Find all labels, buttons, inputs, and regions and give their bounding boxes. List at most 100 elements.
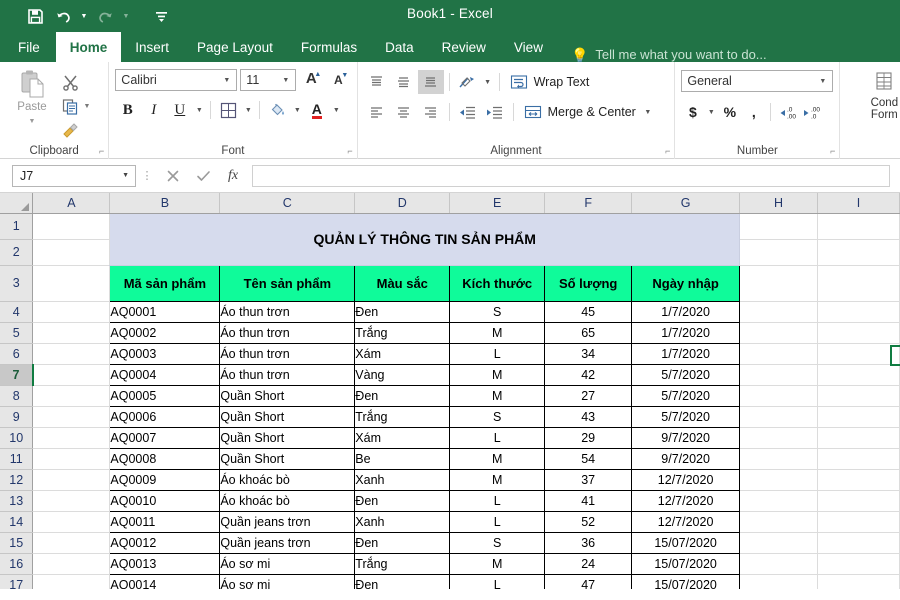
cell-mau-sac-8[interactable]: Đen [354,384,451,407]
cell-A6[interactable] [32,343,111,365]
cell-so-luong-10[interactable]: 29 [544,426,633,449]
table-header-ngay-nhap[interactable]: Ngày nhập [631,264,741,302]
font-color-button[interactable]: A [304,98,329,122]
cell-mau-sac-16[interactable]: Trắng [354,552,451,575]
cell-A12[interactable] [32,469,111,491]
percent-style-button[interactable]: % [718,100,741,124]
align-center-button[interactable] [391,100,417,124]
cell-H9[interactable] [739,406,819,428]
cell-I12[interactable] [817,469,900,491]
cell-H1[interactable] [739,213,819,240]
cell-H15[interactable] [739,532,819,554]
cell-title-banner[interactable]: QUẢN LÝ THÔNG TIN SẢN PHẨM [109,213,741,266]
cell-mau-sac-10[interactable]: Xám [354,426,451,449]
cell-ma-san-pham-8[interactable]: AQ0005 [109,384,221,407]
cell-A9[interactable] [32,406,111,428]
cell-H4[interactable] [739,301,819,323]
align-right-button[interactable] [418,100,444,124]
cell-I4[interactable] [817,301,900,323]
middle-align-button[interactable] [391,70,417,94]
cell-so-luong-5[interactable]: 65 [544,321,633,344]
cell-ma-san-pham-12[interactable]: AQ0009 [109,468,221,491]
save-icon[interactable] [22,4,48,28]
cell-so-luong-9[interactable]: 43 [544,405,633,428]
cell-kich-thuoc-10[interactable]: L [449,426,546,449]
tab-formulas[interactable]: Formulas [287,32,371,62]
tell-me-search[interactable]: 💡 Tell me what you want to do... [571,47,767,62]
comma-style-button[interactable]: , [742,100,765,124]
row-header-1[interactable]: 1 [0,213,34,240]
conditional-formatting-button[interactable]: Cond Form [846,67,900,121]
orientation-button[interactable] [455,70,481,94]
cell-A11[interactable] [32,448,111,470]
underline-dropdown-icon[interactable]: ▼ [193,107,205,114]
column-header-i[interactable]: I [817,193,900,214]
cell-ma-san-pham-10[interactable]: AQ0007 [109,426,221,449]
cell-ten-san-pham-5[interactable]: Áo thun trơn [219,321,356,344]
cell-so-luong-17[interactable]: 47 [544,573,633,589]
cell-A3[interactable] [32,265,111,302]
increase-indent-button[interactable] [482,100,508,124]
cell-mau-sac-17[interactable]: Đen [354,573,451,589]
cell-kich-thuoc-6[interactable]: L [449,342,546,365]
table-header-so-luong[interactable]: Số lượng [544,264,633,302]
cell-I8[interactable] [817,385,900,407]
align-left-button[interactable] [364,100,390,124]
row-header-13[interactable]: 13 [0,490,34,512]
row-header-9[interactable]: 9 [0,406,34,428]
cell-I5[interactable] [817,322,900,344]
row-header-15[interactable]: 15 [0,532,34,554]
cell-ma-san-pham-17[interactable]: AQ0014 [109,573,221,589]
row-header-8[interactable]: 8 [0,385,34,407]
cell-ma-san-pham-11[interactable]: AQ0008 [109,447,221,470]
cell-I14[interactable] [817,511,900,533]
column-header-a[interactable]: A [32,193,111,214]
name-box[interactable]: J7 ▼ [12,164,136,187]
formula-input[interactable] [252,164,890,187]
cell-I7[interactable] [817,364,900,386]
cell-I16[interactable] [817,553,900,575]
cell-kich-thuoc-9[interactable]: S [449,405,546,428]
customize-qat-icon[interactable] [148,4,174,28]
cell-ma-san-pham-15[interactable]: AQ0012 [109,531,221,554]
cell-ngay-nhap-4[interactable]: 1/7/2020 [631,300,741,323]
cell-mau-sac-13[interactable]: Đen [354,489,451,512]
insert-function-button[interactable]: fx [218,165,248,187]
cell-mau-sac-7[interactable]: Vàng [354,363,451,386]
borders-button[interactable] [216,98,241,122]
decrease-decimal-button[interactable]: .00.0 [800,100,823,124]
cell-ngay-nhap-14[interactable]: 12/7/2020 [631,510,741,533]
cell-I17[interactable] [817,574,900,589]
cell-ten-san-pham-6[interactable]: Áo thun trơn [219,342,356,365]
row-header-7[interactable]: 7 [0,364,34,386]
cell-mau-sac-14[interactable]: Xanh [354,510,451,533]
number-format-combo[interactable]: General ▼ [681,70,834,92]
row-header-4[interactable]: 4 [0,301,34,323]
column-header-c[interactable]: C [219,193,356,214]
cell-I9[interactable] [817,406,900,428]
increase-decimal-button[interactable]: .0.00 [776,100,799,124]
cell-A17[interactable] [32,574,111,589]
cell-H11[interactable] [739,448,819,470]
tab-home[interactable]: Home [55,32,122,62]
table-header-mau-sac[interactable]: Màu sắc [354,264,451,302]
cell-ma-san-pham-6[interactable]: AQ0003 [109,342,221,365]
clipboard-dialog-launcher-icon[interactable]: ⌐ [99,146,104,156]
cell-mau-sac-12[interactable]: Xanh [354,468,451,491]
cell-so-luong-12[interactable]: 37 [544,468,633,491]
copy-dropdown-icon[interactable]: ▼ [82,103,92,110]
cell-kich-thuoc-17[interactable]: L [449,573,546,589]
row-header-16[interactable]: 16 [0,553,34,575]
bold-button[interactable]: B [115,98,140,122]
row-header-12[interactable]: 12 [0,469,34,491]
cell-kich-thuoc-7[interactable]: M [449,363,546,386]
cell-ten-san-pham-7[interactable]: Áo thun trơn [219,363,356,386]
cell-so-luong-8[interactable]: 27 [544,384,633,407]
cell-I15[interactable] [817,532,900,554]
cell-kich-thuoc-13[interactable]: L [449,489,546,512]
decrease-font-size-button[interactable]: A ▼ [326,69,350,91]
cell-ngay-nhap-15[interactable]: 15/07/2020 [631,531,741,554]
cell-ngay-nhap-9[interactable]: 5/7/2020 [631,405,741,428]
tab-review[interactable]: Review [428,32,500,62]
row-header-2[interactable]: 2 [0,239,34,266]
